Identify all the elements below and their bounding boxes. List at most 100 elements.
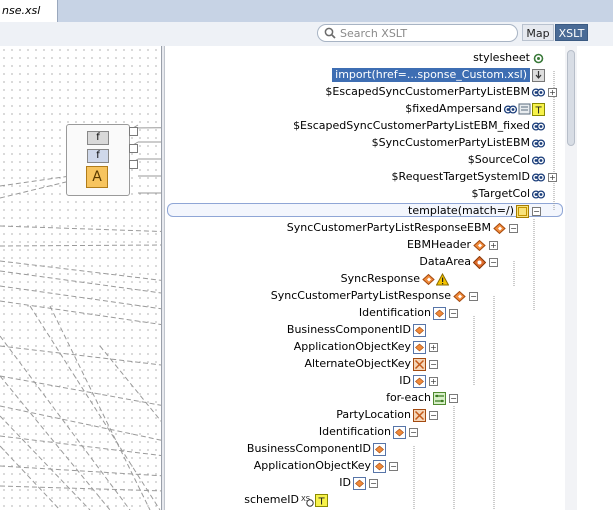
tree-node-label[interactable]: $RequestTargetSystemID (392, 170, 530, 184)
collapse-node-button[interactable]: − (409, 428, 418, 437)
template-icon (516, 203, 529, 219)
variable-icon (531, 118, 546, 134)
tree-row[interactable]: BusinessComponentID (165, 322, 411, 338)
expand-node-button[interactable]: + (548, 88, 557, 97)
tree-node-label[interactable]: EBMHeader (407, 238, 471, 252)
tree-node-label[interactable]: PartyLocation (336, 408, 411, 422)
string-function-icon[interactable]: A (86, 166, 108, 188)
tree-node-label[interactable]: ID (339, 476, 351, 490)
collapse-node-button[interactable]: − (532, 207, 541, 216)
svg-text:T: T (534, 105, 542, 116)
tree-node-label[interactable]: SyncCustomerPartyListResponseEBM (287, 221, 491, 235)
element-icon (393, 424, 406, 440)
variable-icon (531, 135, 546, 151)
tree-row[interactable]: SyncResponse (165, 271, 420, 287)
functoid-output-port[interactable] (129, 127, 138, 136)
tree-node-label[interactable]: AlternateObjectKey (304, 357, 411, 371)
function-icon[interactable]: f (87, 131, 109, 145)
collapse-node-button[interactable]: − (369, 479, 378, 488)
collapse-node-button[interactable]: − (489, 258, 498, 267)
tree-row[interactable]: template(match=/) (165, 203, 514, 219)
document-tab[interactable]: nse.xsl (0, 0, 58, 22)
element-icon (413, 339, 426, 355)
collapse-node-button[interactable]: − (469, 292, 478, 301)
right-margin (577, 46, 613, 510)
expand-node-button[interactable]: + (429, 343, 438, 352)
collapse-node-button[interactable]: − (429, 411, 438, 420)
collapse-node-button[interactable]: − (449, 394, 458, 403)
tree-row[interactable]: SyncCustomerPartyListResponseEBM (165, 220, 491, 236)
tree-row[interactable]: SyncCustomerPartyListResponse (165, 288, 451, 304)
tree-row[interactable]: stylesheet (165, 50, 530, 66)
collapse-node-button[interactable]: − (509, 224, 518, 233)
element-icon (493, 220, 506, 236)
functoid-output-port[interactable] (129, 160, 138, 169)
search-box[interactable] (317, 24, 518, 42)
tree-node-label[interactable]: import(href=...sponse_Custom.xsl) (332, 68, 530, 82)
tree-row[interactable]: schemeID (165, 492, 299, 508)
expand-node-button[interactable]: + (548, 173, 557, 182)
tree-row[interactable]: $EscapedSyncCustomerPartyListEBM (165, 84, 530, 100)
tree-row[interactable]: EBMHeader (165, 237, 471, 253)
tree-node-label[interactable]: BusinessComponentID (287, 323, 411, 337)
tree-node-label[interactable]: Identification (319, 425, 391, 439)
tree-node-label[interactable]: $EscapedSyncCustomerPartyListEBM_fixed (293, 119, 530, 133)
functoid-output-port[interactable] (129, 144, 138, 153)
expand-node-button[interactable]: + (429, 377, 438, 386)
element-icon (413, 373, 426, 389)
tree-node-label[interactable]: template(match=/) (408, 204, 514, 218)
variable-icon: T (503, 101, 545, 117)
element-icon (413, 322, 426, 338)
tree-node-label[interactable]: $SourceCol (468, 153, 530, 167)
tree-row[interactable]: DataArea (165, 254, 471, 270)
collapse-node-button[interactable]: − (389, 462, 398, 471)
collapse-node-button[interactable]: − (449, 309, 458, 318)
tree-row[interactable]: AlternateObjectKey (165, 356, 411, 372)
tree-node-label[interactable]: Identification (359, 306, 431, 320)
map-view-button[interactable]: Map (522, 24, 554, 41)
tree-node-label[interactable]: stylesheet (473, 51, 530, 65)
warning-icon (422, 271, 450, 287)
scrollbar-thumb[interactable] (567, 50, 575, 146)
tree-node-label[interactable]: for-each (386, 391, 431, 405)
tree-node-label[interactable]: ID (399, 374, 411, 388)
tree-node-label[interactable]: $TargetCol (472, 187, 531, 201)
tree-node-label[interactable]: DataArea (419, 255, 471, 269)
tree-row[interactable]: import(href=...sponse_Custom.xsl) (165, 67, 530, 83)
search-icon[interactable] (324, 27, 336, 39)
tree-row[interactable]: ApplicationObjectKey (165, 339, 411, 355)
tree-row[interactable]: Identification (165, 424, 391, 440)
element-icon (413, 356, 426, 372)
tree-row[interactable]: for-each (165, 390, 431, 406)
tree-row[interactable]: $SyncCustomerPartyListEBM (165, 135, 530, 151)
element-icon (353, 475, 366, 491)
editor-tab-bar (0, 0, 613, 23)
search-input[interactable] (340, 26, 510, 40)
collapse-node-button[interactable]: − (429, 360, 438, 369)
tree-row[interactable]: Identification (165, 305, 431, 321)
xslt-view-button[interactable]: XSLT (555, 24, 588, 41)
function-icon[interactable]: f (87, 149, 109, 163)
tree-node-label[interactable]: SyncCustomerPartyListResponse (271, 289, 451, 303)
tree-node-label[interactable]: schemeID (244, 493, 299, 507)
tree-row[interactable]: ApplicationObjectKey (165, 458, 371, 474)
tree-row[interactable]: $EscapedSyncCustomerPartyListEBM_fixed (165, 118, 530, 134)
tree-node-label[interactable]: BusinessComponentID (247, 442, 371, 456)
tree-row[interactable]: BusinessComponentID (165, 441, 371, 457)
tree-node-label[interactable]: $SyncCustomerPartyListEBM (372, 136, 530, 150)
tree-node-label[interactable]: $fixedAmpersand (405, 102, 502, 116)
tree-row[interactable]: ID (165, 475, 351, 491)
tree-row[interactable]: $TargetCol (165, 186, 531, 202)
tree-row[interactable]: PartyLocation (165, 407, 411, 423)
expand-node-button[interactable]: + (489, 241, 498, 250)
tree-node-label[interactable]: SyncResponse (341, 272, 420, 286)
tree-node-label[interactable]: ApplicationObjectKey (294, 340, 411, 354)
tree-node-label[interactable]: ApplicationObjectKey (254, 459, 371, 473)
tree-node-label[interactable]: $EscapedSyncCustomerPartyListEBM (325, 85, 530, 99)
tree-row[interactable]: ID (165, 373, 411, 389)
variable-icon (531, 186, 546, 202)
tree-row[interactable]: $RequestTargetSystemID (165, 169, 530, 185)
element-icon (373, 441, 386, 457)
tree-row[interactable]: $SourceCol (165, 152, 530, 168)
tree-row[interactable]: $fixedAmpersand (165, 101, 502, 117)
